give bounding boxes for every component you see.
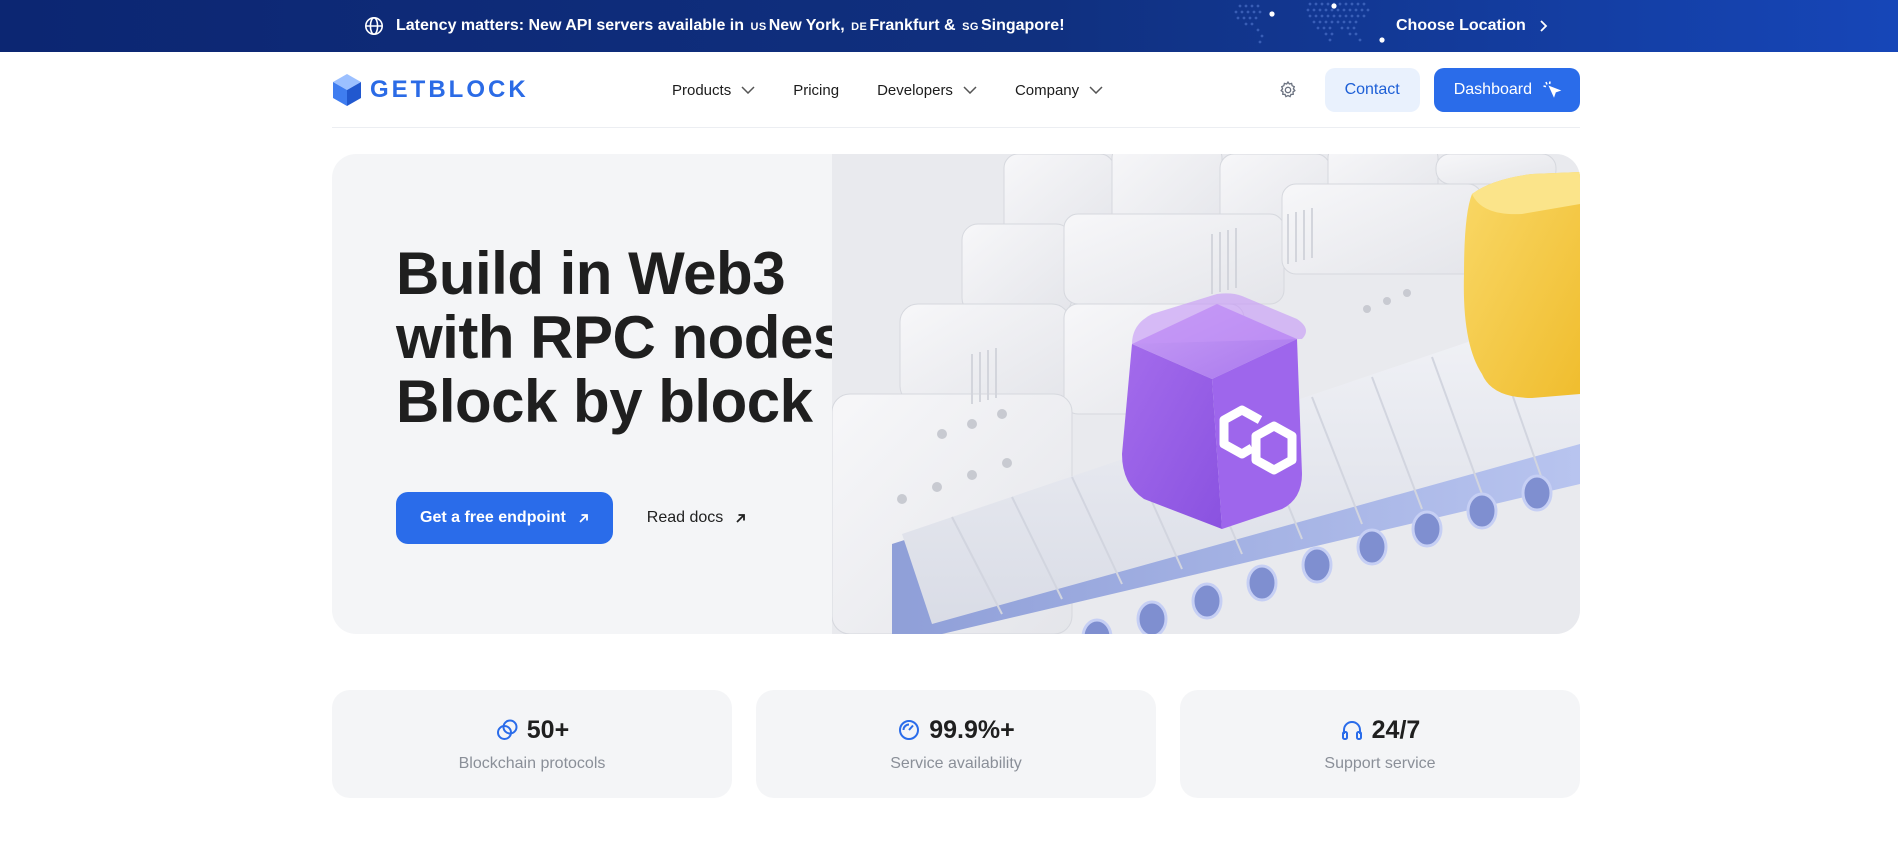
city-new-york: New York, [768,17,845,34]
stat-label: Service availability [890,754,1022,772]
contact-label: Contact [1344,81,1400,98]
stat-label: Blockchain protocols [458,754,606,772]
chevron-right-icon [1540,20,1548,32]
stat-label: Support service [1324,754,1436,772]
announcement-banner: Latency matters: New API servers availab… [0,0,1898,52]
stat-value: 99.9%+ [929,715,1015,744]
get-free-endpoint-button[interactable]: Get a free endpoint [396,492,613,544]
dashboard-button[interactable]: Dashboard [1433,68,1580,112]
hero-section: Build in Web3 with RPC nodes. Block by b… [332,154,1580,634]
stat-card-support: 24/7 Support service [1180,690,1580,798]
settings-button[interactable] [1273,75,1303,105]
chevron-down-icon [1089,86,1103,94]
cursor-sparkle-icon [1543,81,1562,98]
stat-value: 50+ [526,715,570,744]
stat-value: 24/7 [1371,715,1421,744]
gear-icon [1279,80,1296,98]
hero-title-line: with RPC nodes. [396,304,862,371]
globe-icon [365,17,383,35]
chevron-down-icon [963,86,977,94]
nav-item-products[interactable]: Products [672,82,755,99]
city-frankfurt: Frankfurt & [869,17,956,34]
arrow-up-right-icon [736,513,746,523]
nav-item-pricing[interactable]: Pricing [793,82,839,99]
stat-card-protocols: 50+ Blockchain protocols [332,690,732,798]
country-code-de: de [851,21,868,33]
read-docs-label: Read docs [646,509,724,526]
hero-title-line: Block by block [396,368,813,435]
nav-item-developers[interactable]: Developers [877,82,977,99]
nav-item-label: Company [1014,81,1080,99]
nav-menu: Products Pricing Developers Company [672,52,1103,128]
stats-row: 50+ Blockchain protocols 99.9%+ Service … [332,690,1580,798]
hero-cta-group: Get a free endpoint Read docs [396,492,771,544]
contact-button[interactable]: Contact [1324,68,1420,112]
choose-location-button[interactable]: Choose Location [1396,0,1548,52]
stat-header: 50+ [495,716,569,745]
banner-text: Latency matters: New API servers availab… [396,17,1065,35]
nav-item-label: Products [672,81,732,99]
country-code-us: us [750,21,767,33]
read-docs-button[interactable]: Read docs [622,492,771,544]
headphones-icon [1341,721,1362,740]
nav-item-company[interactable]: Company [1015,82,1103,99]
speedometer-icon [899,720,920,740]
hero-title: Build in Web3 with RPC nodes. Block by b… [396,242,862,434]
stat-header: 24/7 [1340,715,1421,745]
choose-location-label: Choose Location [1396,17,1526,34]
stat-header: 99.9%+ [897,716,1015,745]
get-free-endpoint-label: Get a free endpoint [420,509,566,526]
country-code-sg: sg [962,21,979,33]
nav-item-label: Developers [877,81,953,99]
banner-prefix: Latency matters: New API servers availab… [396,17,745,34]
chevron-down-icon [741,86,755,94]
dashboard-label: Dashboard [1453,81,1532,98]
getblock-logo[interactable]: GETBLOCK [332,73,529,107]
city-singapore: Singapore! [980,17,1065,34]
hero-illustration [832,154,1580,634]
arrow-up-right-icon [579,513,588,523]
nav-actions: Contact Dashboard [1273,68,1580,112]
main-navbar: GETBLOCK Products Pricing Developers Com… [332,52,1580,128]
banner-message: Latency matters: New API servers availab… [364,0,1065,52]
hero-title-line: Build in Web3 [396,240,786,307]
logo-wordmark: GETBLOCK [370,76,529,103]
cube-logo-icon [333,74,361,106]
stat-card-availability: 99.9%+ Service availability [756,690,1156,798]
nav-item-label: Pricing [793,81,840,99]
link-circles-icon [496,719,518,740]
